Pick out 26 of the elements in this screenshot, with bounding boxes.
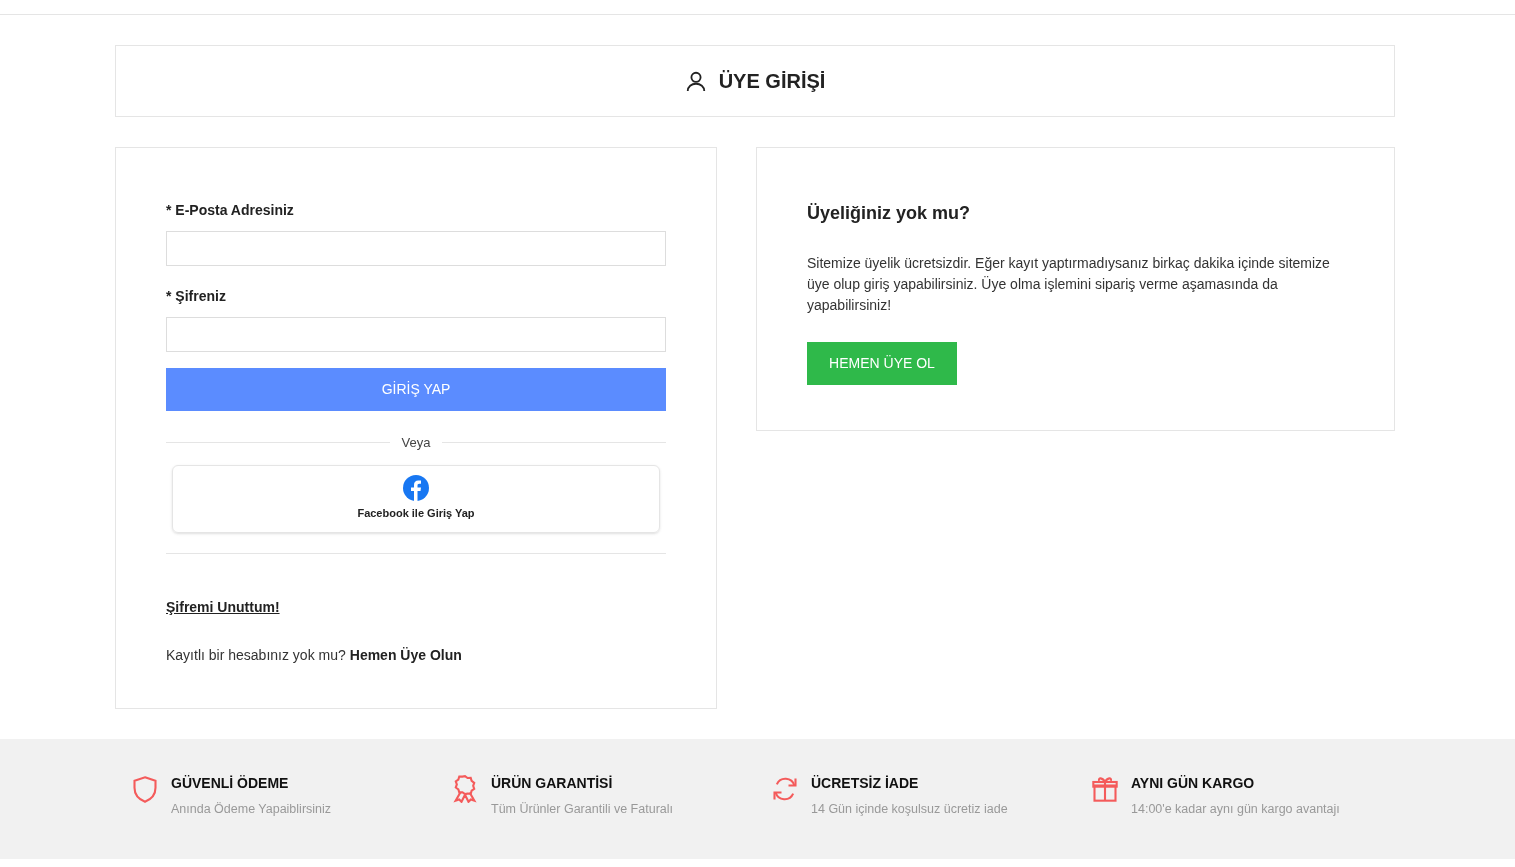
feature-title: ÜCRETSİZ İADE — [811, 774, 920, 793]
shield-icon — [131, 775, 159, 803]
field-label: * E-Posta Adresiniz — [166, 201, 295, 220]
user-icon — [684, 70, 707, 92]
facebook-icon — [403, 475, 429, 502]
gift-icon — [1091, 775, 1119, 803]
input-field[interactable] — [166, 317, 666, 352]
feature-text: Tüm Ürünler Garantili ve Faturalı — [491, 801, 673, 818]
forgot-password-link[interactable]: Şifremi Unuttum! — [166, 596, 280, 618]
facebook-login-button[interactable]: Facebook ile Giriş Yap — [172, 464, 660, 533]
feature-text: 14 Gün içinde koşulsuz ücretiz iade — [811, 801, 1008, 818]
signup-title: Üyeliğiniz yok mu? — [807, 202, 972, 225]
refresh-icon — [771, 775, 799, 803]
feature-text: 14:00'e kadar aynı gün kargo avantajı — [1131, 801, 1340, 818]
feature-title: AYNI GÜN KARGO — [1131, 774, 1256, 793]
register-link[interactable]: Hemen Üye Olun — [349, 644, 462, 666]
feature-title: GÜVENLİ ÖDEME — [171, 774, 290, 793]
register-prompt: Kayıtlı bir hesabınız yok mu? — [166, 645, 346, 665]
feature-text: Anında Ödeme Yapaiblirsiniz — [171, 801, 332, 818]
divider-label: Veya — [401, 434, 431, 452]
page-title: ÜYE GİRİŞİ — [718, 69, 826, 94]
signup-text: Sitemize üyelik ücretsizdir. Eğer kayıt yaptırmadıysanız birkaç dakika içinde sitemize üye olup giriş yapabilirsiniz. Üye olma işlemini sipariş verme aşamasında da yapabilirsiniz! — [807, 254, 1331, 315]
field-label: * Şifreniz — [166, 287, 227, 306]
award-icon — [451, 775, 479, 803]
input-field[interactable] — [166, 231, 666, 266]
feature-title: ÜRÜN GARANTİSİ — [491, 774, 614, 793]
